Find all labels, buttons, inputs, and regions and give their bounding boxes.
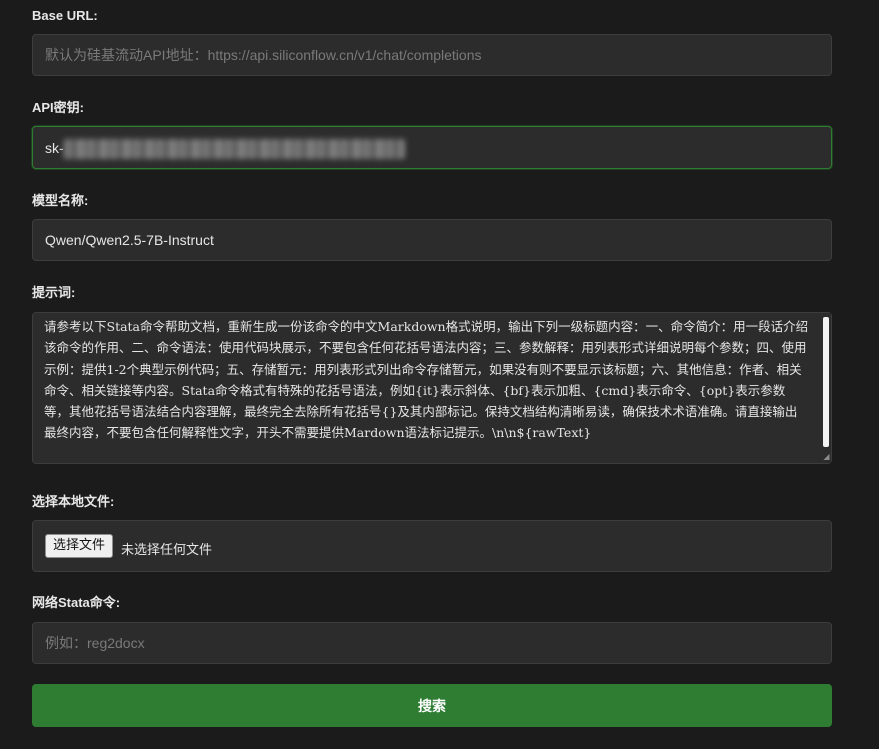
model-name-label: 模型名称: <box>32 193 89 208</box>
resize-handle-icon[interactable]: ◢ <box>822 452 831 462</box>
prompt-scrollbar[interactable] <box>822 313 831 463</box>
choose-file-button[interactable]: 选择文件 <box>45 534 114 558</box>
prompt-textarea[interactable]: 请参考以下Stata命令帮助文档，重新生成一份该命令的中文Markdown格式说… <box>32 312 832 464</box>
local-file-label: 选择本地文件: <box>32 494 115 509</box>
file-status: 未选择任何文件 <box>121 543 213 558</box>
model-name-input[interactable] <box>32 219 832 261</box>
prompt-scrollbar-thumb[interactable] <box>823 317 829 447</box>
api-key-redaction <box>63 139 405 159</box>
prompt-label: 提示词: <box>32 285 76 300</box>
network-command-input[interactable] <box>32 622 832 664</box>
api-key-label: API密钥: <box>32 100 85 115</box>
search-button[interactable]: 搜索 <box>32 684 832 727</box>
file-picker: 选择文件 未选择任何文件 <box>32 520 832 572</box>
base-url-input[interactable] <box>32 34 832 76</box>
base-url-label: Base URL: <box>32 8 98 23</box>
network-command-label: 网络Stata命令: <box>32 595 121 610</box>
